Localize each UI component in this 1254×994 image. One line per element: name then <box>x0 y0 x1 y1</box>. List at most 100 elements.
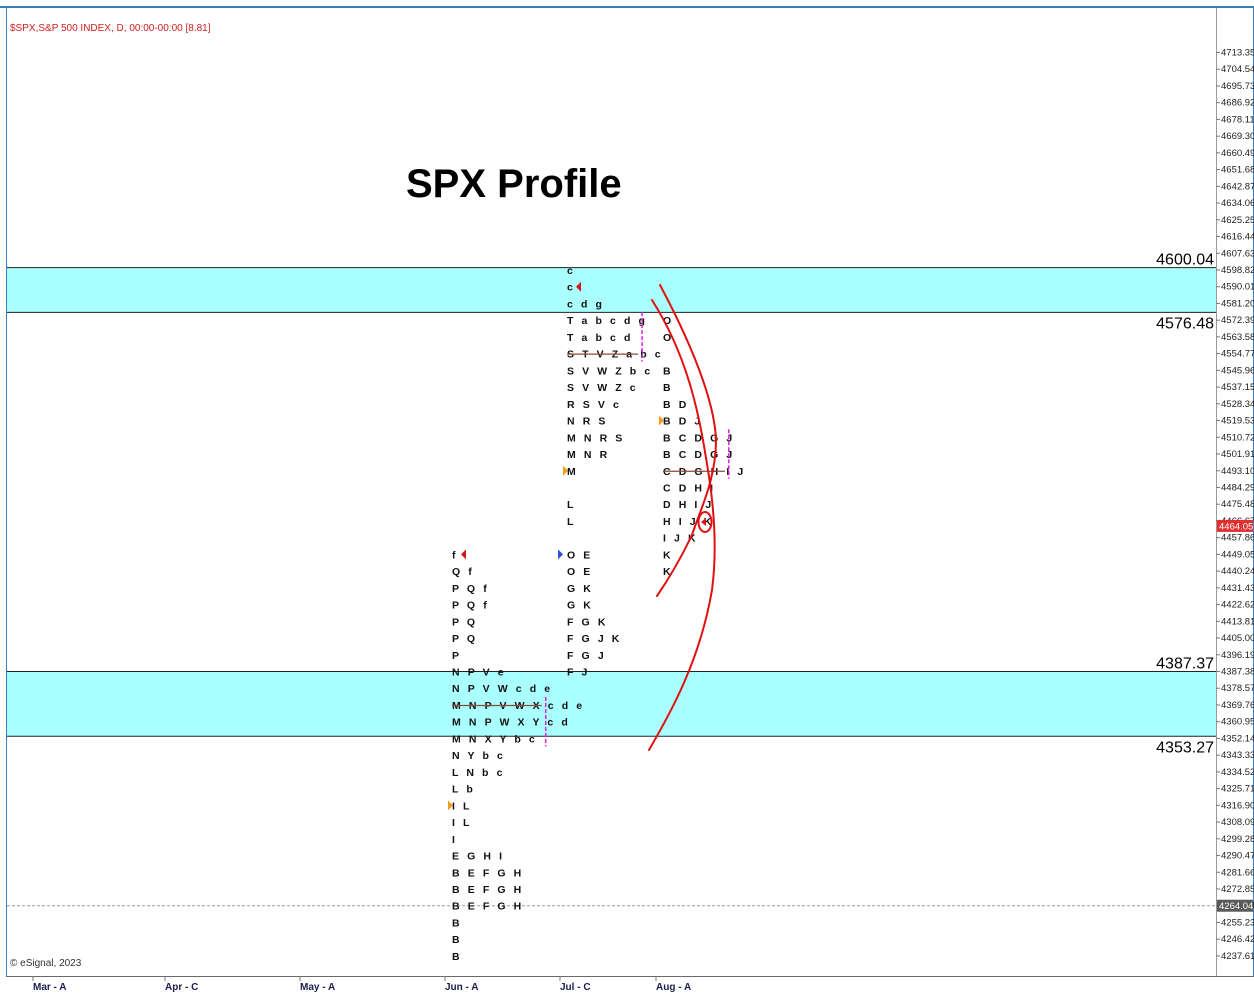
tpo-row: F J <box>567 667 590 679</box>
y-tick-label: 4669.30 <box>1221 131 1254 142</box>
tpo-row: L N b c <box>452 767 505 779</box>
tpo-row: P Q f <box>452 583 489 595</box>
tpo-profile-chart: 4600.04 4576.48 4387.37 4353.27 4713.35 4704… <box>0 6 1254 993</box>
y-tick-label: 4281.66 <box>1221 867 1254 878</box>
tpo-row: D H I J <box>663 499 714 511</box>
tpo-row: O E <box>567 549 593 561</box>
x-tick-label: Jul - C <box>560 982 591 993</box>
tpo-row: H I J K <box>663 516 714 528</box>
y-tick-label: 4519.53 <box>1221 416 1254 427</box>
tpo-row: L b <box>452 784 475 796</box>
y-tick-label: 4686.92 <box>1221 98 1254 109</box>
tpo-row: B <box>452 951 462 963</box>
y-tick-label: 4431.43 <box>1221 583 1254 594</box>
y-axis: 4713.35 4704.54 4695.73 4686.92 4678.11 4669.… <box>1216 48 1254 962</box>
tpo-row: B E F G H <box>452 867 524 879</box>
x-axis: Mar - A Apr - C May - A Jun - A Jul - C Aug -… <box>32 976 691 993</box>
y-tick-label: 4255.23 <box>1221 917 1254 928</box>
tpo-row: F G K <box>567 616 608 628</box>
y-tick-label: 4343.33 <box>1221 750 1254 761</box>
price-band-2 <box>7 671 1216 737</box>
tpo-row: N P V W c d e <box>452 683 553 695</box>
tpo-row: B D <box>663 399 689 411</box>
current-price-label: 4464.05 <box>1219 521 1253 532</box>
tpo-row: B <box>452 934 462 946</box>
band-top-label-2: 4387.37 <box>1156 656 1214 673</box>
tpo-row: B D J <box>663 416 703 428</box>
tpo-row: I L <box>452 800 472 812</box>
tpo-row: T a b c d g <box>567 315 648 327</box>
y-tick-label: 4290.47 <box>1221 851 1254 862</box>
y-tick-label: 4563.58 <box>1221 332 1254 343</box>
y-tick-label: 4537.15 <box>1221 382 1254 393</box>
y-tick-label: 4581.20 <box>1221 298 1254 309</box>
tpo-row: T a b c d <box>567 332 633 344</box>
tpo-row: N R S <box>567 416 608 428</box>
tpo-row: c d g <box>567 298 605 310</box>
y-tick-label: 4598.82 <box>1221 265 1254 276</box>
y-tick-label: 4607.63 <box>1221 248 1254 259</box>
tpo-row: M <box>567 466 578 478</box>
y-tick-label: 4308.09 <box>1221 817 1254 828</box>
plot-border <box>6 7 1254 977</box>
tpo-row: c <box>567 282 575 294</box>
tpo-row: L <box>567 516 576 528</box>
y-tick-label: 4501.91 <box>1221 449 1254 460</box>
copyright-label: © eSignal, 2023 <box>10 958 82 969</box>
chart-info-label: $SPX,S&P 500 INDEX, D, 00:00-00:00 [8.81… <box>10 23 211 34</box>
y-tick-label: 4457.86 <box>1221 533 1254 544</box>
close-marker-jun <box>461 549 466 560</box>
tpo-row: M N X Y b c <box>452 733 537 745</box>
tpo-row: E G H I <box>452 851 505 863</box>
y-tick-label: 4246.42 <box>1221 934 1254 945</box>
tpo-row: S V W Z c <box>567 382 638 394</box>
x-tick-label: Apr - C <box>165 982 198 993</box>
tpo-row: Q f <box>452 566 474 578</box>
tpo-row: I L <box>452 817 472 829</box>
y-tick-label: 4528.34 <box>1221 399 1254 410</box>
y-tick-label: 4660.49 <box>1221 148 1254 159</box>
y-tick-label: 4493.10 <box>1221 466 1254 477</box>
tpo-row: O E <box>567 566 593 578</box>
y-tick-label: 4272.85 <box>1221 884 1254 895</box>
tpo-row: c <box>567 265 575 277</box>
band-top-label-1: 4600.04 <box>1156 252 1214 269</box>
tpo-row: P Q f <box>452 600 489 612</box>
y-tick-label: 4634.06 <box>1221 198 1254 209</box>
y-tick-label: 4422.62 <box>1221 600 1254 611</box>
profile-jun: f Q f P Q f P Q f P Q P Q P N P V e N P V W c d … <box>452 549 582 963</box>
tpo-row: F G J K <box>567 633 622 645</box>
y-tick-label: 4642.87 <box>1221 181 1254 192</box>
tpo-row: P <box>452 650 462 662</box>
y-tick-label: 4616.44 <box>1221 232 1254 243</box>
y-tick-label: 4387.38 <box>1221 667 1254 678</box>
tpo-row: M N R <box>567 449 610 461</box>
tpo-row: K <box>663 549 673 561</box>
tpo-row: R S V c <box>567 399 621 411</box>
y-tick-label: 4369.76 <box>1221 700 1254 711</box>
y-tick-label: 4678.11 <box>1221 114 1254 125</box>
y-tick-label: 4360.95 <box>1221 717 1254 728</box>
y-tick-label: 4413.81 <box>1221 616 1254 627</box>
tpo-row: N P V e <box>452 667 506 679</box>
band-bottom-label-1: 4576.48 <box>1156 315 1214 332</box>
y-tick-label: 4405.00 <box>1221 633 1254 644</box>
y-tick-label: 4396.19 <box>1221 650 1254 661</box>
y-tick-label: 4440.24 <box>1221 566 1254 577</box>
tpo-row: B C D G J <box>663 432 735 444</box>
tpo-row: B <box>452 917 462 929</box>
price-band-1 <box>7 267 1216 313</box>
tpo-row: f <box>452 549 458 561</box>
y-tick-label: 4590.01 <box>1221 282 1254 293</box>
profile-jul: ccc d gT a b c d gT a b c dS T V Z a b c… <box>567 265 661 679</box>
tpo-row: F G J <box>567 650 606 662</box>
tpo-row: B E F G H <box>452 884 524 896</box>
x-tick-label: May - A <box>300 982 335 993</box>
y-tick-label: 4651.68 <box>1221 165 1254 176</box>
reference-price-label: 4264.04 <box>1219 901 1253 912</box>
y-tick-label: 4572.39 <box>1221 315 1254 326</box>
tpo-row: G K <box>567 583 593 595</box>
x-tick-label: Jun - A <box>445 982 479 993</box>
y-tick-label: 4545.96 <box>1221 365 1254 376</box>
tpo-row: S V W Z b c <box>567 365 653 377</box>
